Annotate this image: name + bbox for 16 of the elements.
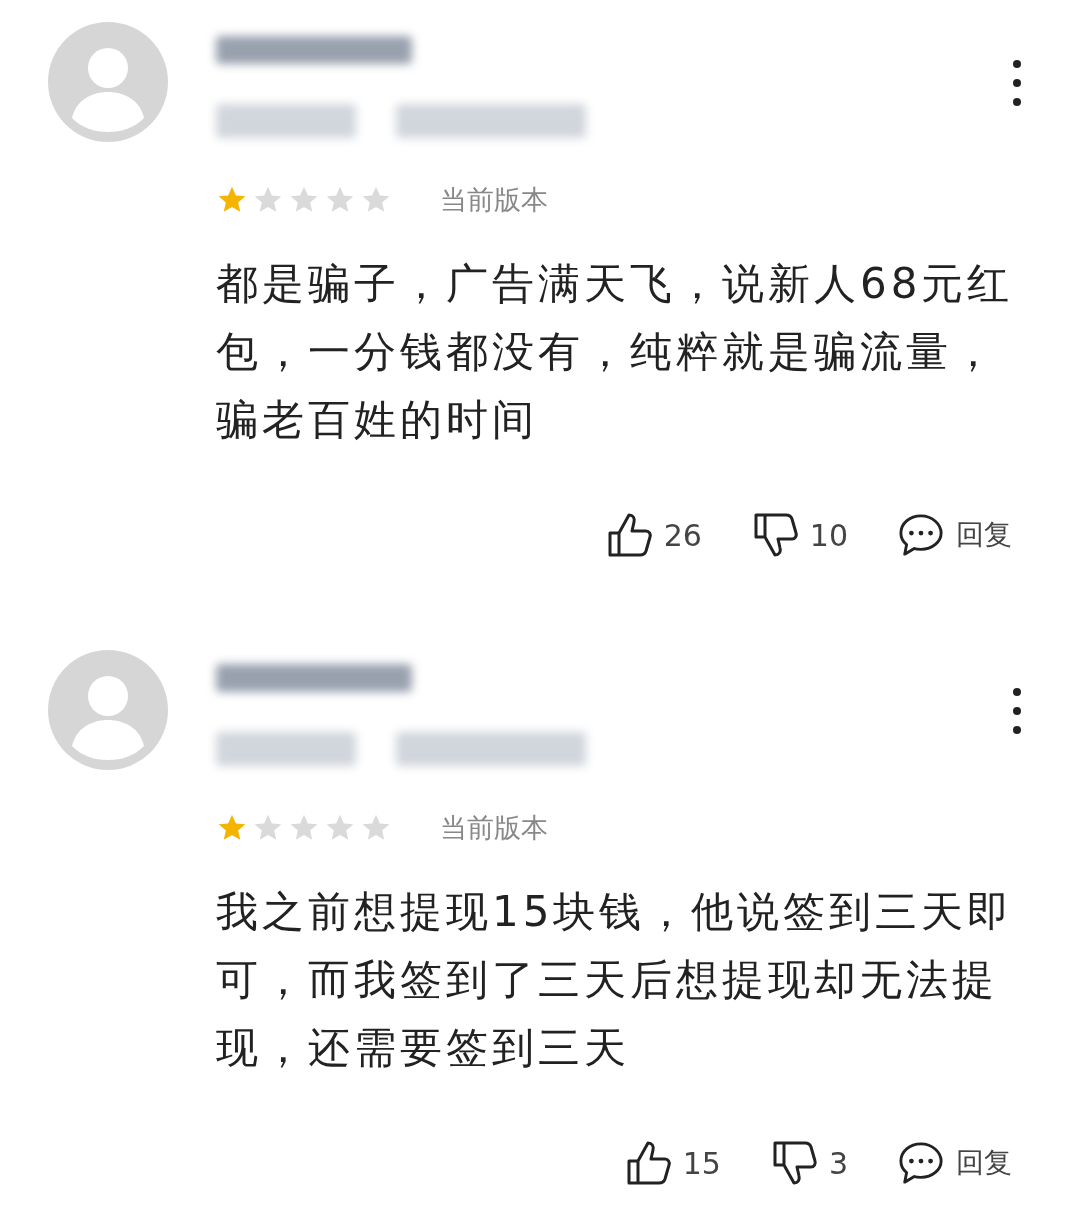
version-label: 当前版本 [440,810,548,845]
reply-button[interactable]: 回复 [956,1142,1012,1184]
version-label: 当前版本 [440,182,548,217]
comment-icon[interactable] [898,1140,944,1186]
review-text: 我之前想提现15块钱，他说签到三天即可，而我签到了三天后想提现却无法提现，还需要签到三天 [216,886,1015,1074]
dislike-count: 10 [809,516,848,555]
more-options-icon[interactable] [1012,688,1022,734]
dislike-count: 3 [828,1144,848,1183]
like-count: 26 [663,516,702,555]
review-text: 都是骗子，广告满天飞，说新人68元红包，一分钱都没有，纯粹就是骗流量，骗老百姓的时间 [216,258,1015,446]
comment-icon[interactable] [898,512,944,558]
reply-button[interactable]: 回复 [956,514,1012,556]
avatar-icon [48,650,168,770]
more-options-icon[interactable] [1012,60,1022,106]
avatar-icon [48,22,168,142]
like-count: 15 [682,1144,721,1183]
